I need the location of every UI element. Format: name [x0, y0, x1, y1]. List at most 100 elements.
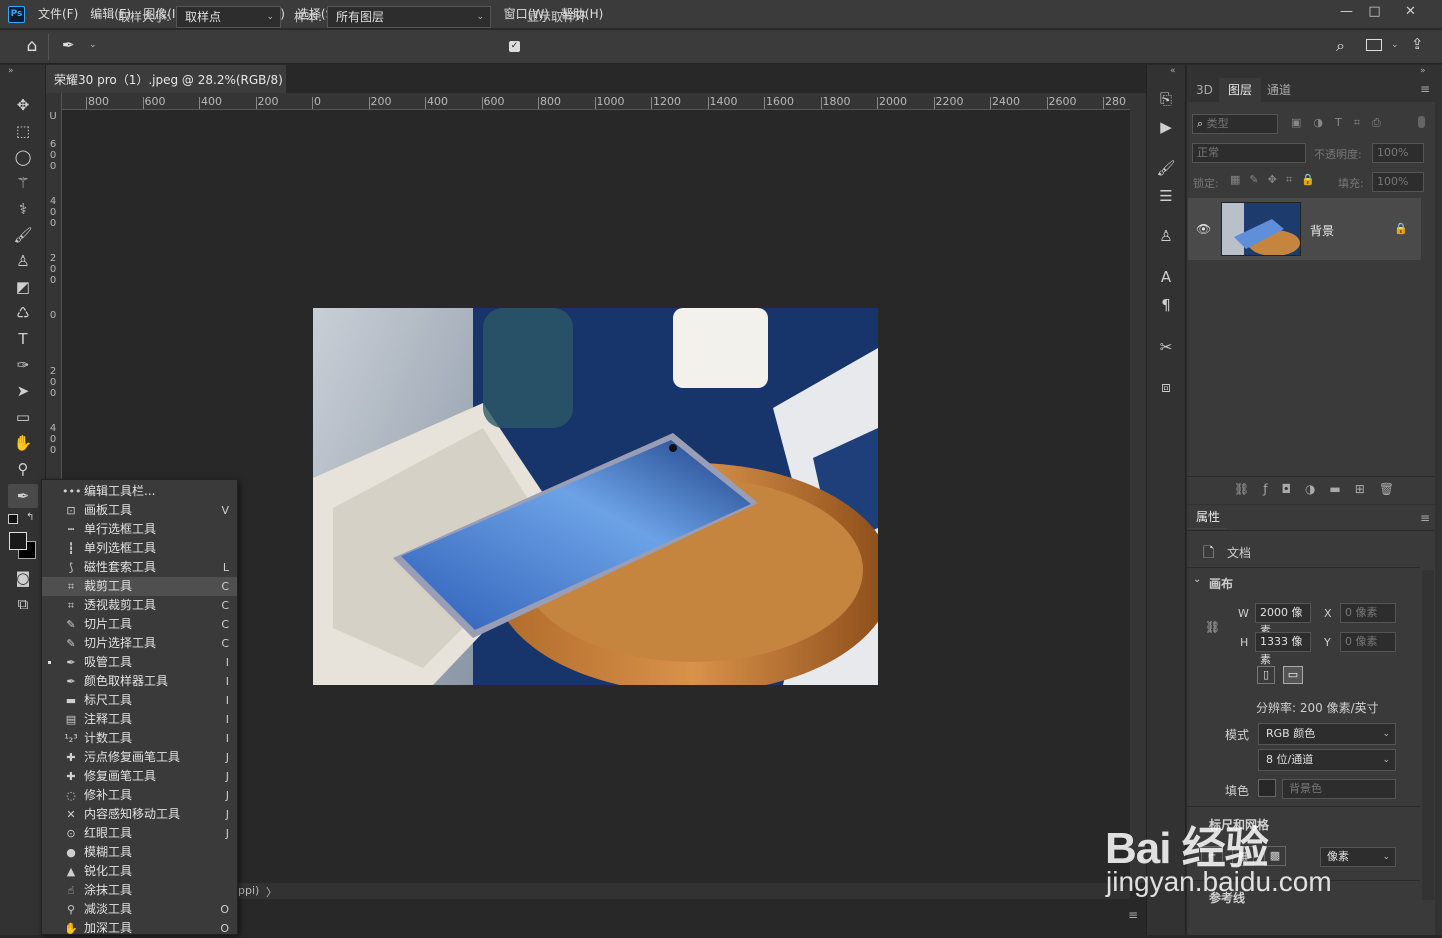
tab-3d[interactable]: 3D	[1187, 78, 1222, 102]
flyout-item[interactable]: ⚲ 减淡工具 O	[42, 900, 237, 919]
flyout-item[interactable]: ⌗ 裁剪工具 C	[42, 577, 237, 596]
width-input[interactable]: 2000 像素	[1255, 603, 1311, 637]
tab-channels[interactable]: 通道	[1258, 78, 1300, 102]
layer-filter-icons[interactable]: ▣◑T⌗⎙	[1291, 116, 1393, 130]
actions-play-icon[interactable]: ▶	[1154, 115, 1178, 139]
share-icon[interactable]: ⇪	[1411, 35, 1424, 53]
lasso-tool-icon[interactable]: ◯	[8, 145, 38, 169]
layer-actions-icons[interactable]: ⛓ƒ◘◑▬⊞🗑	[1234, 482, 1408, 496]
home-icon[interactable]: ⌂	[20, 36, 44, 58]
chevron-down-icon[interactable]: ⌄	[1193, 574, 1201, 585]
layer-name[interactable]: 背景	[1310, 222, 1334, 239]
collapse-icon[interactable]: »	[1420, 66, 1426, 76]
chevron-down-icon[interactable]: ⌄	[89, 40, 97, 50]
filter-toggle[interactable]	[1418, 116, 1425, 128]
menu-item[interactable]: 文件(F)	[32, 0, 84, 29]
flyout-item[interactable]: ✎ 切片工具 C	[42, 615, 237, 634]
x-input[interactable]: 0 像素	[1340, 603, 1396, 623]
lock-icons[interactable]: ▦✎✥⌗🔒	[1230, 173, 1324, 187]
properties-tab[interactable]: 属性	[1187, 505, 1227, 529]
flyout-item[interactable]: ✚ 修复画笔工具 J	[42, 767, 237, 786]
eraser-tool-icon[interactable]: ◩	[8, 275, 38, 299]
zoom-tool-icon[interactable]: ⚲	[8, 457, 38, 481]
sample-size-select[interactable]: 取样点 ⌄	[176, 6, 281, 28]
adjustments-icon[interactable]: ☰	[1154, 184, 1178, 208]
flyout-item[interactable]: ┇ 单列选框工具	[42, 539, 237, 558]
portrait-icon[interactable]: ▯	[1257, 666, 1275, 684]
hand-tool-icon[interactable]: ✋	[8, 431, 38, 455]
properties-scrollbar[interactable]	[1422, 570, 1434, 900]
collapse-icon[interactable]: «	[1170, 66, 1176, 76]
eye-icon[interactable]: 👁	[1196, 222, 1211, 236]
history-panel-icon[interactable]: ⎘	[1154, 87, 1178, 111]
flyout-item[interactable]: ▲ 锐化工具	[42, 862, 237, 881]
layer-filter-select[interactable]: ⌕ 类型	[1192, 114, 1278, 134]
history-brush-icon[interactable]: ♺	[8, 301, 38, 325]
eyedropper-tool-icon[interactable]: ✒	[8, 484, 38, 508]
vertical-scrollbar[interactable]	[1130, 93, 1146, 883]
character-panel-icon[interactable]: A	[1154, 265, 1178, 289]
flyout-item[interactable]: ✋ 加深工具 O	[42, 919, 237, 938]
search-icon[interactable]: ⌕	[1336, 36, 1345, 56]
height-input[interactable]: 1333 像素	[1255, 632, 1311, 666]
sample-select[interactable]: 所有图层 ⌄	[327, 6, 491, 28]
flyout-item[interactable]: ✒ 颜色取样器工具 I	[42, 672, 237, 691]
close-button[interactable]: ✕	[1394, 0, 1427, 24]
blend-mode-select[interactable]: 正常	[1192, 143, 1306, 163]
opacity-input[interactable]: 100%	[1372, 143, 1424, 163]
brush-settings-icon[interactable]: 🖌	[1154, 156, 1178, 180]
workspace-icon[interactable]	[1366, 39, 1382, 51]
flyout-item[interactable]: ⟆ 磁性套索工具 L	[42, 558, 237, 577]
libraries-icon[interactable]: ⧈	[1154, 375, 1178, 399]
flyout-item[interactable]: ✕ 内容感知移动工具 J	[42, 805, 237, 824]
units-select[interactable]: 像素 ⌄	[1320, 847, 1396, 867]
flyout-item[interactable]: ● 模糊工具	[42, 843, 237, 862]
flyout-item[interactable]: ◌ 修补工具 J	[42, 786, 237, 805]
flyout-item[interactable]: ⊙ 红眼工具 J	[42, 824, 237, 843]
show-ring-checkbox[interactable]: ✓	[509, 41, 520, 52]
quick-mask-icon[interactable]: ◙	[8, 566, 38, 590]
flyout-item[interactable]: ⊡ 画板工具 V	[42, 501, 237, 520]
flyout-item[interactable]: ┅ 单行选框工具	[42, 520, 237, 539]
depth-select[interactable]: 8 位/通道 ⌄	[1258, 749, 1396, 771]
swap-colors-icon[interactable]: ↰	[26, 512, 34, 523]
fill-color-swatch[interactable]	[1258, 779, 1276, 797]
restore-button[interactable]: □	[1358, 0, 1391, 24]
document-tab[interactable]: 荣耀30 pro（1）.jpeg @ 28.2%(RGB/8) ×	[46, 65, 286, 113]
foreground-color-swatch[interactable]	[9, 532, 27, 550]
flyout-item[interactable]: ¹₂³ 计数工具 I	[42, 729, 237, 748]
mode-select[interactable]: RGB 颜色 ⌄	[1258, 723, 1396, 745]
flyout-item[interactable]: ▤ 注释工具 I	[42, 710, 237, 729]
landscape-icon[interactable]: ▭	[1283, 666, 1303, 684]
eyedropper-icon[interactable]: ✒	[62, 36, 75, 54]
menu-icon[interactable]: ≡	[1128, 908, 1138, 922]
default-colors-icon[interactable]	[8, 514, 18, 524]
collapse-icon[interactable]: »	[8, 66, 14, 76]
pen-tool-icon[interactable]: ✑	[8, 353, 38, 377]
magic-wand-icon[interactable]: ⚚	[8, 171, 38, 195]
clone-source-icon[interactable]: ♙	[1154, 224, 1178, 248]
flyout-item[interactable]: ⌗ 透视裁剪工具 C	[42, 596, 237, 615]
screen-mode-icon[interactable]: ⧉	[8, 592, 38, 616]
type-tool-icon[interactable]: T	[8, 327, 38, 351]
fill-input[interactable]: 100%	[1372, 172, 1424, 192]
stamp-tool-icon[interactable]: ♙	[8, 249, 38, 273]
flyout-item[interactable]: ••• 编辑工具栏...	[42, 482, 237, 501]
marquee-tool-icon[interactable]: ⬚	[8, 119, 38, 143]
brush-tool-icon[interactable]: 🖌	[8, 223, 38, 247]
panel-menu-icon[interactable]: ≡	[1420, 511, 1430, 525]
move-tool-icon[interactable]: ✥	[8, 93, 38, 117]
tab-layers[interactable]: 图层	[1219, 78, 1262, 102]
path-select-icon[interactable]: ➤	[8, 379, 38, 403]
paragraph-panel-icon[interactable]: ¶	[1154, 293, 1178, 317]
y-input[interactable]: 0 像素	[1340, 632, 1396, 652]
chevron-down-icon[interactable]: ⌄	[1391, 40, 1399, 50]
flyout-item[interactable]: ✚ 污点修复画笔工具 J	[42, 748, 237, 767]
panel-menu-icon[interactable]: ≡	[1420, 82, 1430, 96]
flyout-item[interactable]: ☝ 涂抹工具	[42, 881, 237, 900]
status-arrow-icon[interactable]: 〉	[266, 884, 277, 900]
link-icon[interactable]: ⛓	[1205, 620, 1220, 634]
document-image[interactable]	[313, 308, 878, 685]
flyout-item[interactable]: ✒ 吸管工具 I	[42, 653, 237, 672]
tools-panel-icon[interactable]: ✂	[1154, 335, 1178, 359]
